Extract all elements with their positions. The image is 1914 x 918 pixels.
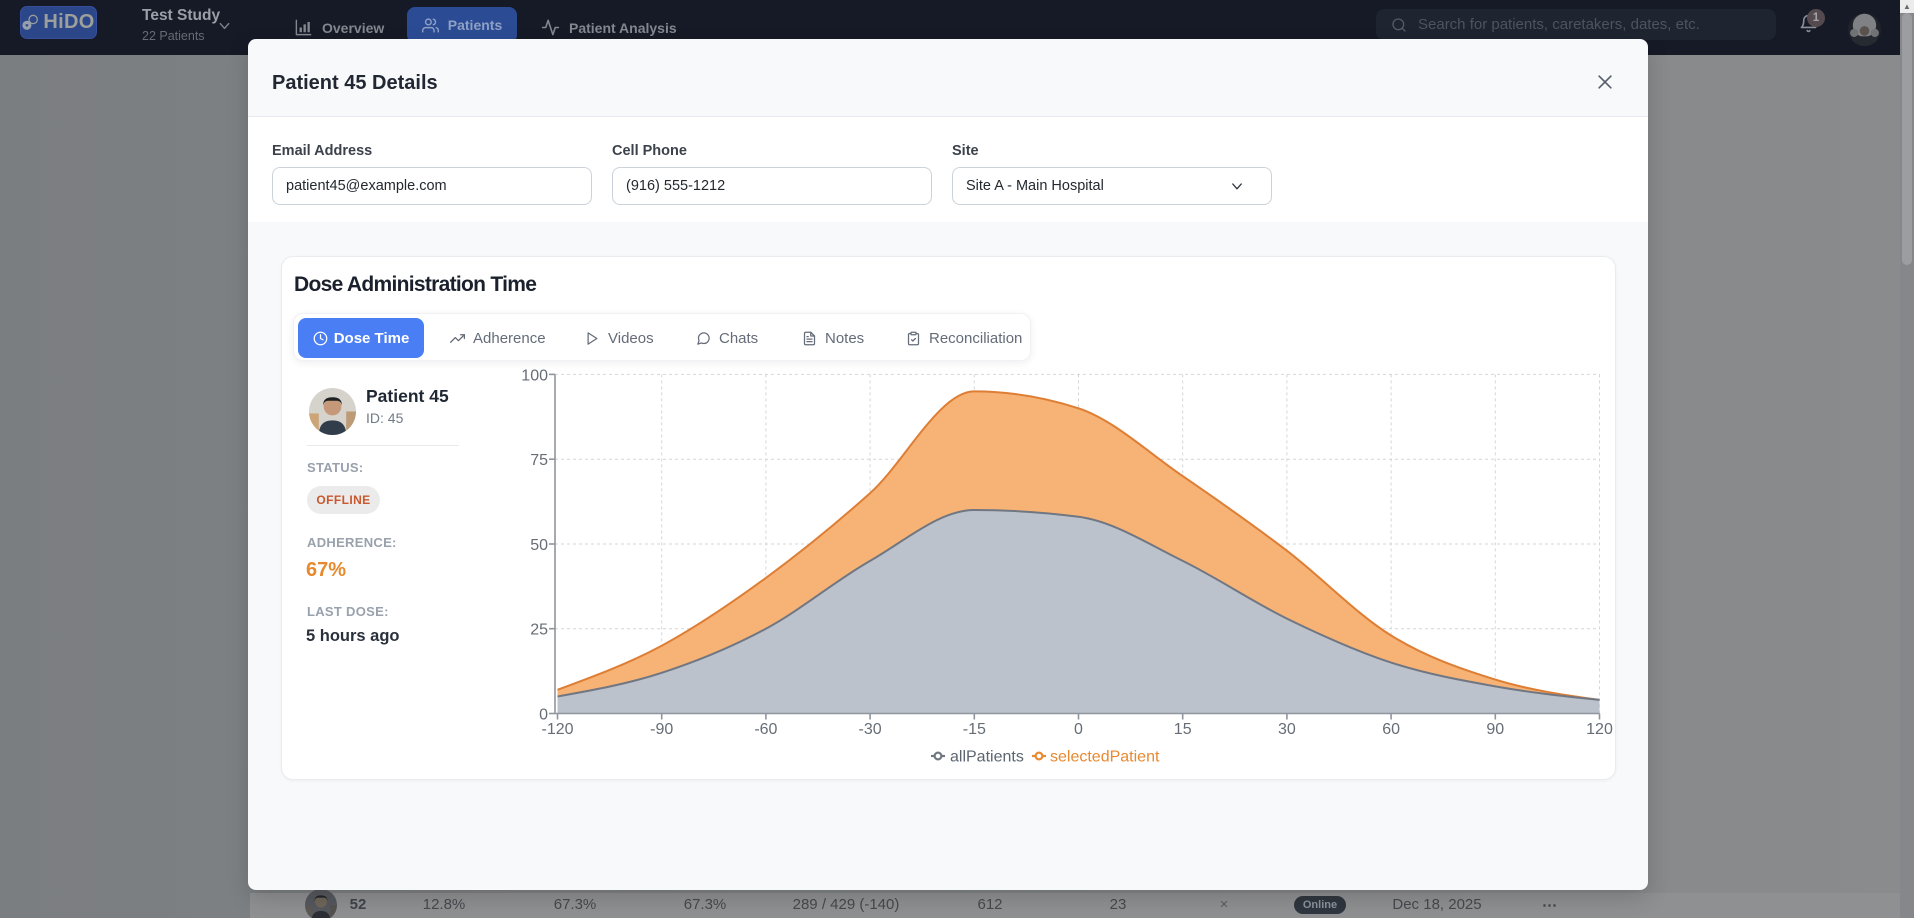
svg-text:75: 75 — [530, 452, 548, 469]
svg-text:25: 25 — [530, 622, 548, 639]
svg-text:selectedPatient: selectedPatient — [1050, 749, 1160, 766]
svg-text:120: 120 — [1586, 721, 1613, 738]
svg-text:100: 100 — [521, 367, 548, 384]
svg-text:-90: -90 — [650, 721, 673, 738]
svg-text:30: 30 — [1278, 721, 1296, 738]
svg-text:0: 0 — [539, 707, 548, 724]
svg-text:0: 0 — [1074, 721, 1083, 738]
svg-text:60: 60 — [1382, 721, 1400, 738]
svg-text:-30: -30 — [859, 721, 882, 738]
svg-text:allPatients: allPatients — [950, 749, 1024, 766]
svg-text:-15: -15 — [963, 721, 986, 738]
svg-text:15: 15 — [1174, 721, 1192, 738]
svg-text:-120: -120 — [541, 721, 573, 738]
svg-text:90: 90 — [1486, 721, 1504, 738]
svg-text:-60: -60 — [754, 721, 777, 738]
svg-text:50: 50 — [530, 537, 548, 554]
